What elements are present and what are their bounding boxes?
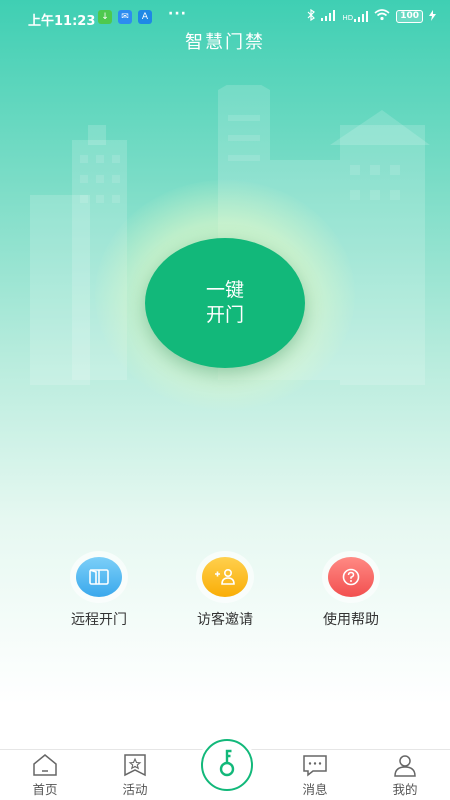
visitor-invite-label: 访客邀请 bbox=[197, 612, 253, 628]
tab-messages[interactable]: 消息 bbox=[280, 750, 350, 800]
tab-profile-label: 我的 bbox=[392, 782, 418, 797]
tab-key[interactable] bbox=[201, 739, 253, 791]
signal-hd-icon: HD bbox=[343, 11, 369, 22]
visitor-icon bbox=[202, 557, 248, 597]
signal-icon bbox=[320, 9, 337, 24]
status-time: 上午11:23 bbox=[28, 14, 96, 29]
tab-home[interactable]: 首页 bbox=[10, 750, 80, 800]
wifi-icon bbox=[374, 9, 390, 24]
home-icon bbox=[10, 753, 80, 779]
tab-profile[interactable]: 我的 bbox=[370, 750, 440, 800]
battery-icon: 100 bbox=[396, 10, 423, 23]
help-action[interactable]: 使用帮助 bbox=[291, 557, 411, 629]
door-icon bbox=[76, 557, 122, 597]
status-right: HD 100 bbox=[307, 8, 436, 24]
open-button-line1: 一键 bbox=[205, 279, 244, 301]
tab-activity-label: 活动 bbox=[122, 782, 148, 797]
download-icon: ↓ bbox=[98, 10, 112, 24]
bluetooth-icon bbox=[307, 8, 315, 24]
help-icon bbox=[328, 557, 374, 597]
help-label: 使用帮助 bbox=[323, 612, 379, 628]
remote-open-label: 远程开门 bbox=[71, 612, 127, 628]
appstore-icon: A bbox=[138, 10, 152, 24]
hd-label: HD bbox=[342, 14, 354, 22]
one-key-open-button[interactable]: 一键 开门 bbox=[145, 238, 305, 368]
chat-app-icon: ✉ bbox=[118, 10, 132, 24]
remote-open-action[interactable]: 远程开门 bbox=[39, 557, 159, 629]
profile-icon bbox=[370, 753, 440, 779]
tab-messages-label: 消息 bbox=[302, 782, 328, 797]
activity-icon bbox=[100, 753, 170, 779]
page-title: 智慧门禁 bbox=[185, 32, 265, 53]
message-icon bbox=[280, 753, 350, 779]
open-button-line2: 开门 bbox=[205, 304, 244, 326]
key-icon bbox=[214, 748, 240, 782]
visitor-invite-action[interactable]: 访客邀请 bbox=[165, 557, 285, 629]
tab-activity[interactable]: 活动 bbox=[100, 750, 170, 800]
bottom-tab-bar: 首页 活动 消息 我的 bbox=[0, 739, 450, 800]
tab-home-label: 首页 bbox=[32, 782, 58, 797]
charging-icon bbox=[429, 9, 436, 24]
more-notifications-icon: ··· bbox=[168, 6, 187, 22]
